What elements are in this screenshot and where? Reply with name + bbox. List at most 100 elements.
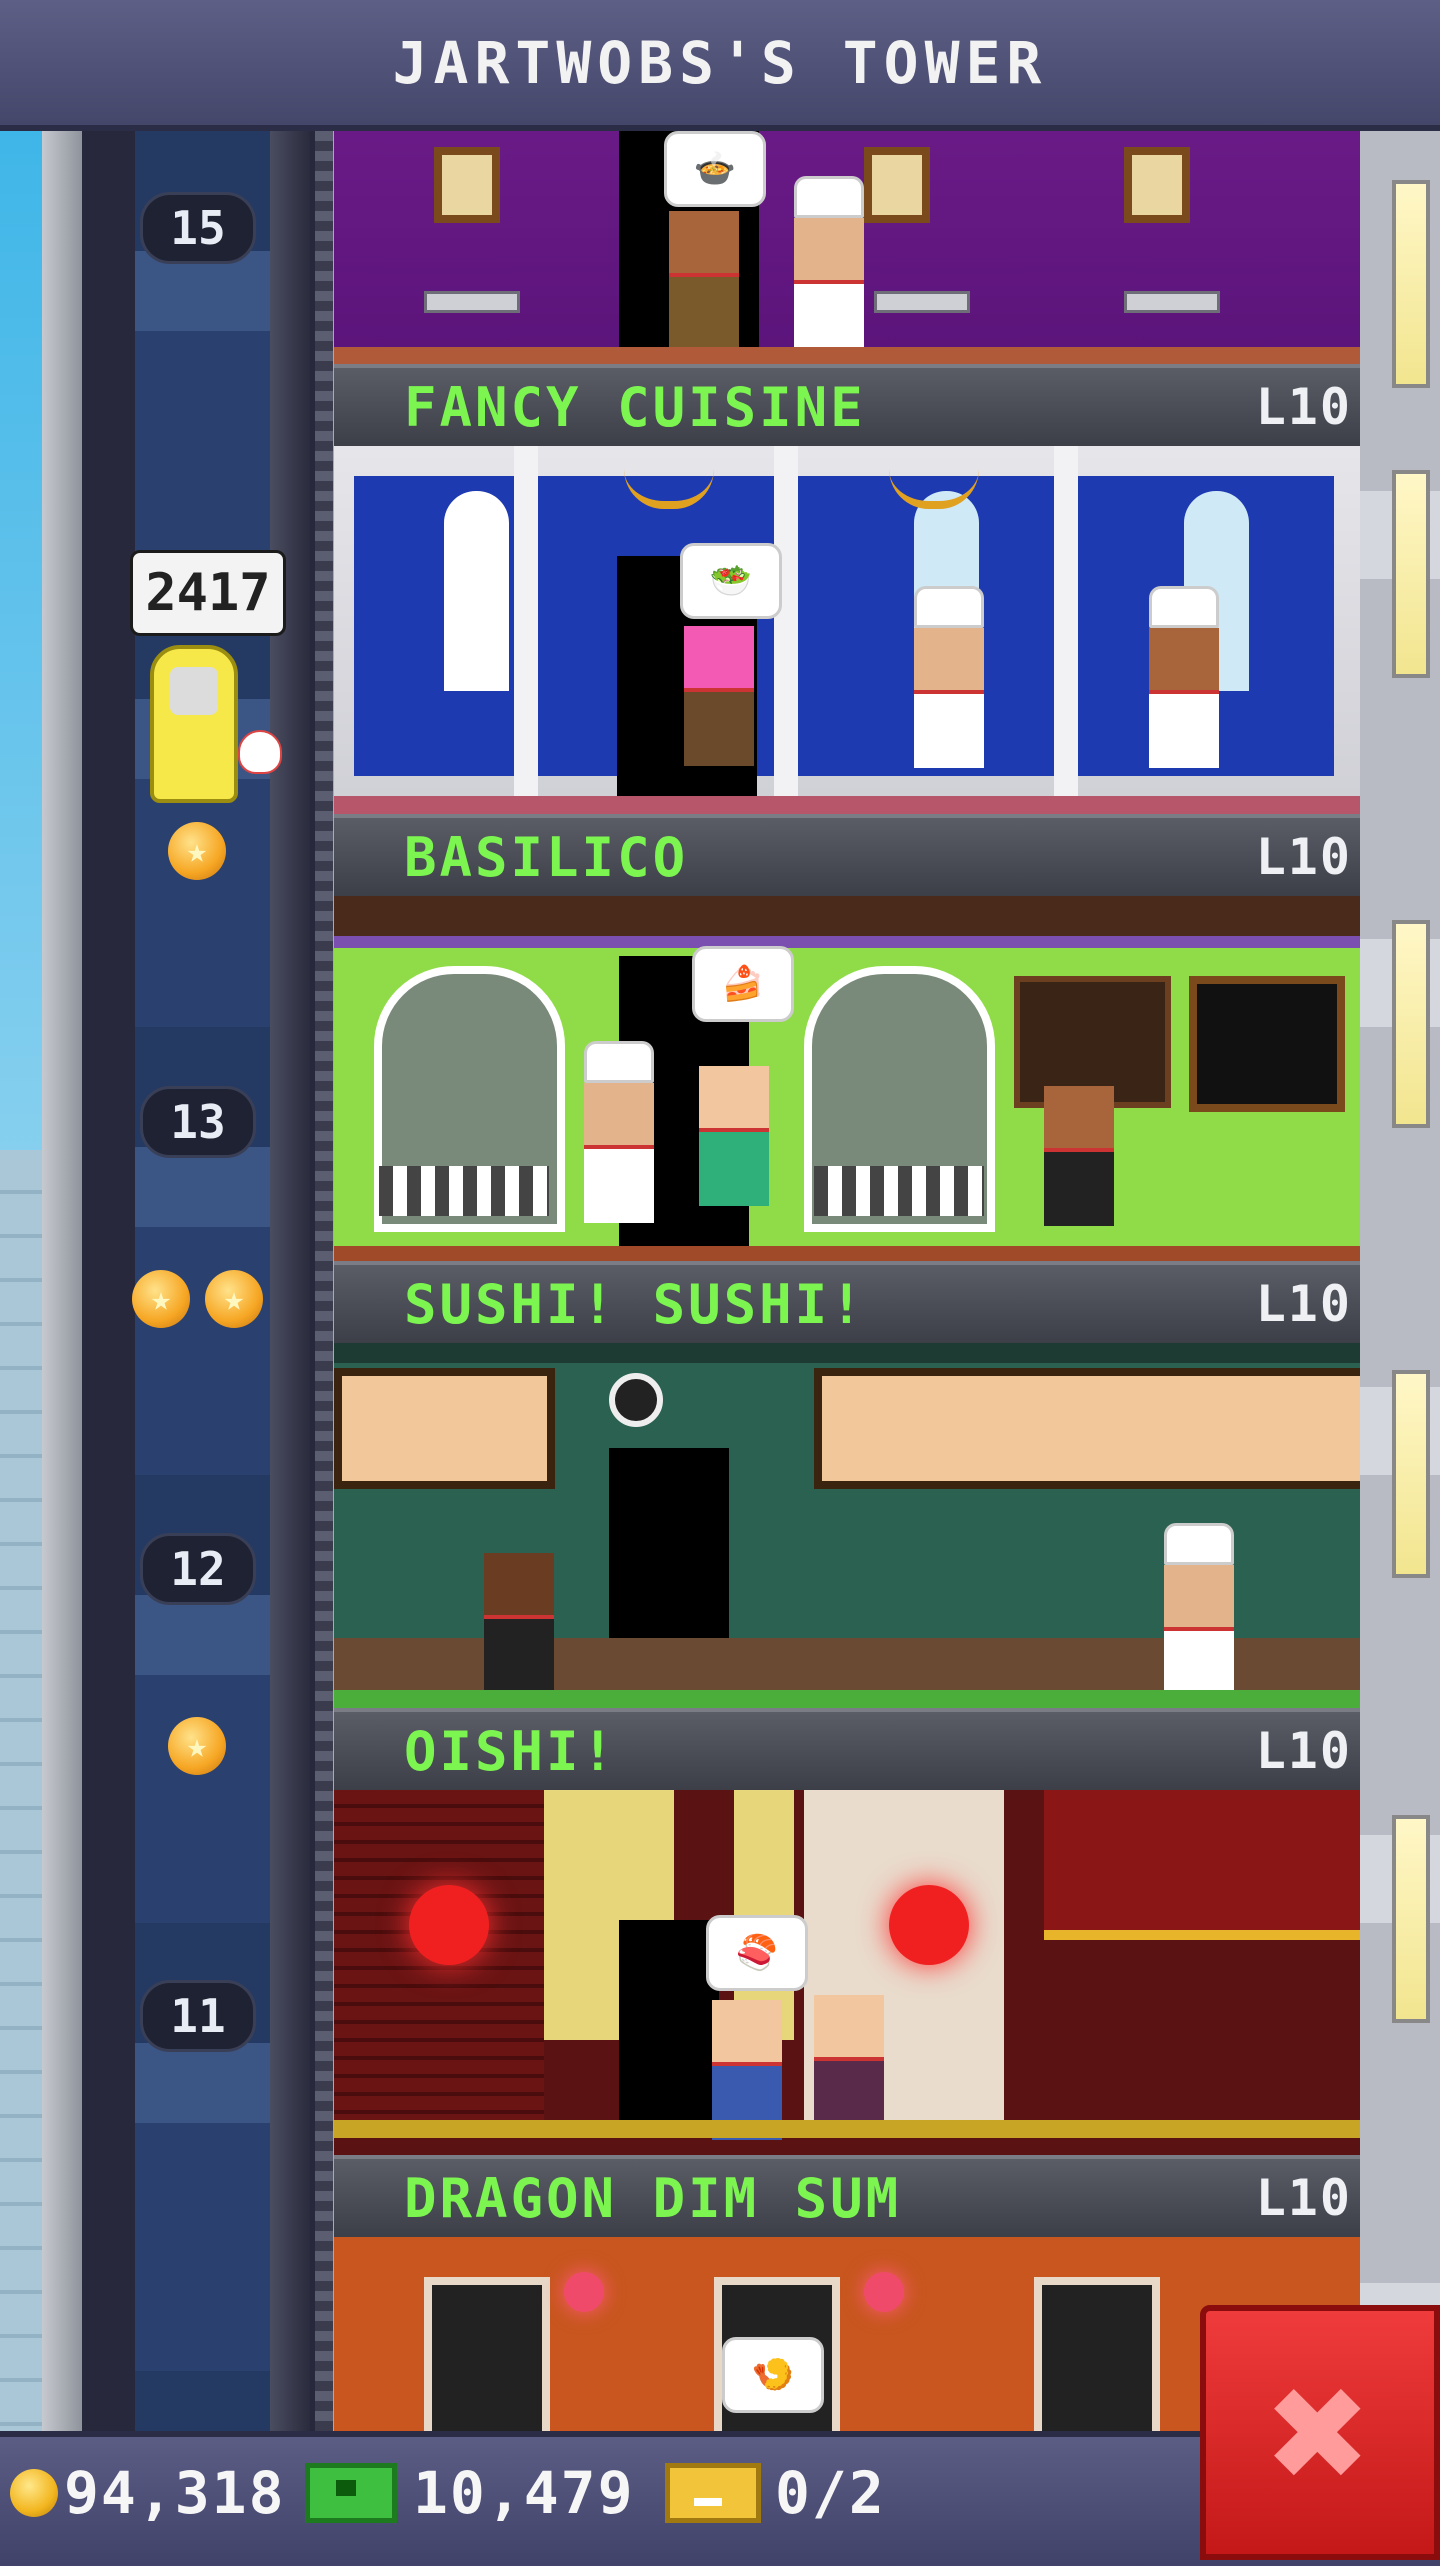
elevator-shaft-edge (270, 131, 310, 2431)
floor-trim (334, 347, 1360, 364)
star-icon[interactable]: ★ (132, 1270, 190, 1328)
customer (684, 626, 754, 766)
paper-window (334, 1368, 555, 1489)
star-icon[interactable]: ★ (168, 822, 226, 880)
bux-value: 10,479 (413, 2459, 635, 2527)
floor-name: OISHI! (404, 1719, 618, 1783)
coins-value: 94,318 (64, 2459, 286, 2527)
floor-trim (334, 2120, 1360, 2138)
lantern-icon (564, 2272, 604, 2312)
order-bubble[interactable]: 🥗 (680, 543, 782, 619)
city-skyline (0, 1150, 42, 2450)
waiter (484, 1553, 554, 1693)
column (1054, 446, 1078, 806)
close-icon: ✖ (1268, 2333, 1372, 2532)
tower-window (1392, 1815, 1430, 2023)
ticket-icon (665, 2463, 761, 2523)
floor-name: DRAGON DIM SUM (404, 2166, 902, 2230)
floor-name: BASILICO (404, 825, 689, 889)
tower-floors: 🍲 FANCY CUISINE L10 🥗 BASILICO L10 🍰 SUS… (334, 131, 1360, 2431)
dining-table (874, 291, 970, 313)
room-sushi-sushi[interactable]: 🍰 (334, 896, 1360, 1261)
elevator-cable (315, 131, 333, 2431)
painting (864, 147, 930, 223)
room-basilico[interactable]: 🥗 (334, 446, 1360, 814)
chef (914, 586, 984, 768)
floor-trim (334, 796, 1360, 814)
grape-vine-trim (334, 896, 1360, 948)
room-door (619, 1920, 719, 2120)
tower-title-bar: JARTWOBS'S TOWER (0, 0, 1440, 131)
coins-display[interactable]: 94,318 (10, 2458, 286, 2528)
chicken-icon (238, 730, 282, 774)
arched-window (444, 491, 509, 691)
floor-number-12: 12 (140, 1533, 256, 1605)
chalkboard (1189, 976, 1345, 1112)
floor-trim (334, 1690, 1360, 1708)
floor-name: SUSHI! SUSHI! (404, 1272, 866, 1336)
bux-icon (305, 2463, 397, 2523)
room-dragon-dim-sum[interactable]: 🍣 (334, 1790, 1360, 2155)
customer (814, 1995, 884, 2135)
column (774, 446, 798, 806)
floor-level: L10 (1255, 378, 1352, 436)
checkered-table (379, 1166, 549, 1216)
floor-name: FANCY CUISINE (404, 375, 866, 439)
lantern-icon (864, 2272, 904, 2312)
elevator-car[interactable]: 2417 (130, 550, 286, 803)
customer (699, 1066, 769, 1206)
elevator-rail (42, 131, 82, 2431)
painting (434, 147, 500, 223)
paper-window (814, 1368, 1360, 1489)
sushi-sign (609, 1373, 663, 1427)
order-bubble[interactable]: 🍰 (692, 946, 794, 1022)
floor-trim (334, 1246, 1360, 1261)
customer (669, 211, 739, 351)
floor-number-11: 11 (140, 1980, 256, 2052)
bux-display[interactable]: 10,479 (305, 2458, 635, 2528)
tower-window (1392, 180, 1430, 388)
chef (794, 176, 864, 358)
floor-number-13: 13 (140, 1086, 256, 1158)
painting (1124, 147, 1190, 223)
floor-label-bar[interactable]: DRAGON DIM SUM L10 (334, 2155, 1360, 2237)
floor-label-bar[interactable]: SUSHI! SUSHI! L10 (334, 1261, 1360, 1343)
lantern-icon (889, 1885, 969, 1965)
floor-level: L10 (1255, 1275, 1352, 1333)
tower-window (1392, 920, 1430, 1128)
close-button[interactable]: ✖ (1200, 2305, 1440, 2560)
order-bubble[interactable]: 🍲 (664, 131, 766, 207)
tower-window (1392, 1370, 1430, 1578)
tickets-value: 0/2 (775, 2459, 886, 2527)
floor-level: L10 (1255, 828, 1352, 886)
chef (1164, 1523, 1234, 1705)
floor-number-15: 15 (140, 192, 256, 264)
lattice-window (424, 2277, 550, 2431)
order-bubble[interactable]: 🍤 (722, 2337, 824, 2413)
floor-level: L10 (1255, 2169, 1352, 2227)
checkered-table (814, 1166, 984, 1216)
star-icon[interactable]: ★ (168, 1717, 226, 1775)
lantern-icon (409, 1885, 489, 1965)
dining-table (1124, 291, 1220, 313)
coin-icon (10, 2469, 58, 2517)
floor-label-bar[interactable]: FANCY CUISINE L10 (334, 364, 1360, 446)
star-icon[interactable]: ★ (205, 1270, 263, 1328)
elevator-rider-count: 2417 (130, 550, 286, 636)
floor-label-bar[interactable]: OISHI! L10 (334, 1708, 1360, 1790)
tower-window (1392, 470, 1430, 678)
dining-table (424, 291, 520, 313)
chef (1149, 586, 1219, 768)
floor-label-bar[interactable]: BASILICO L10 (334, 814, 1360, 896)
ceiling-trim (334, 1343, 1360, 1363)
floor-level: L10 (1255, 1722, 1352, 1780)
room-fancy-cuisine[interactable]: 🍲 (334, 131, 1360, 364)
red-awning (1044, 1790, 1360, 1940)
customer (712, 2000, 782, 2140)
order-bubble[interactable]: 🍣 (706, 1915, 808, 1991)
lattice-window (1034, 2277, 1160, 2431)
tickets-display[interactable]: 0/2 (665, 2458, 886, 2528)
waiter (1044, 1086, 1114, 1226)
chef (584, 1041, 654, 1223)
room-oishi[interactable] (334, 1343, 1360, 1708)
